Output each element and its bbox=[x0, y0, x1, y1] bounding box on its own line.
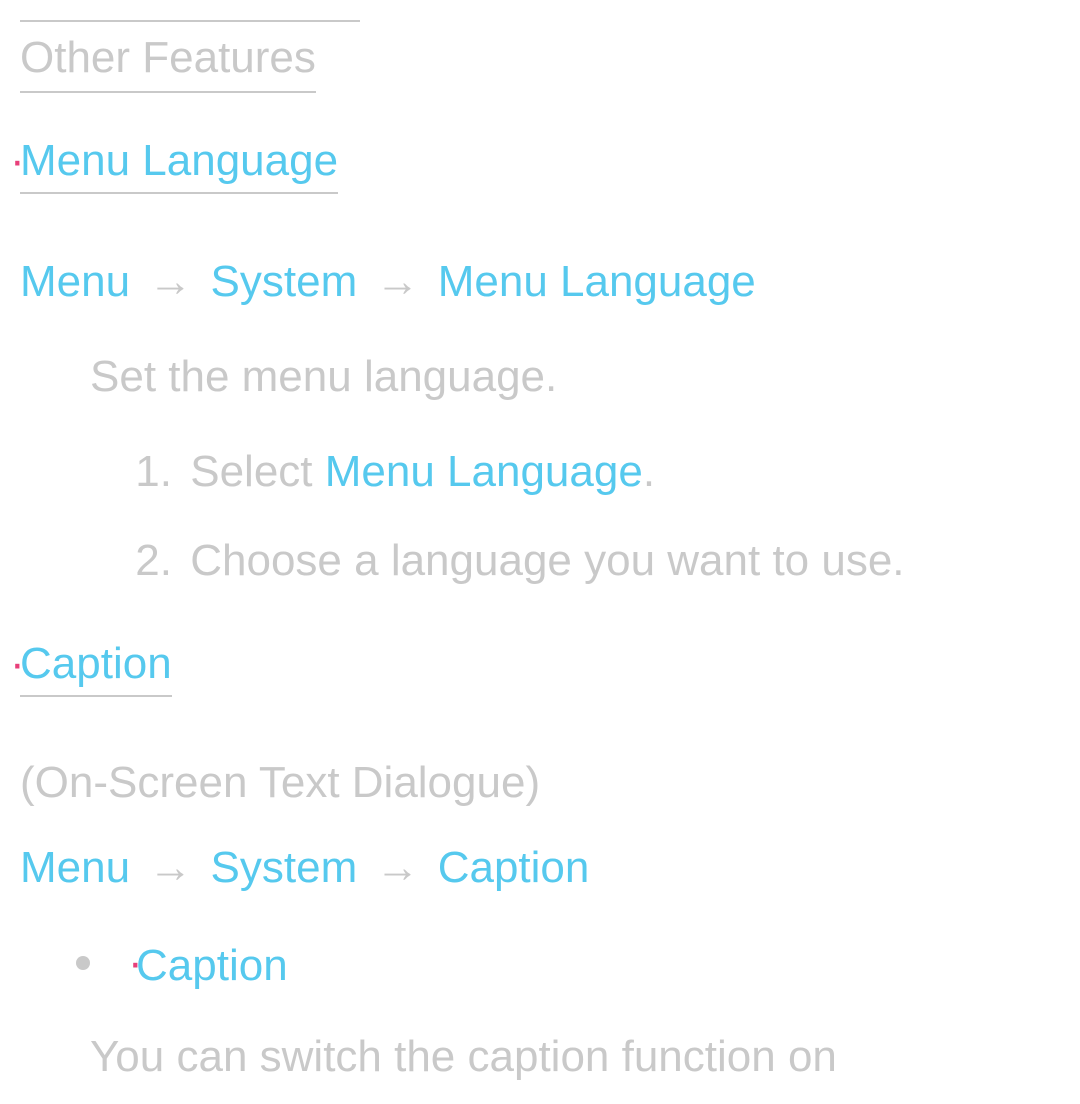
section-caption: ·Caption bbox=[20, 636, 1060, 727]
step-number: 2. bbox=[120, 533, 172, 588]
bullet-icon bbox=[76, 956, 90, 970]
path-segment-system: System bbox=[211, 843, 358, 892]
document-page: Other Features ·Menu Language Menu → Sys… bbox=[0, 0, 1080, 1084]
path-segment-menu: Menu bbox=[20, 843, 130, 892]
page-title-block: Other Features bbox=[20, 20, 1060, 93]
menu-path-caption: Menu → System → Caption bbox=[20, 840, 1060, 895]
section-menu-language: ·Menu Language bbox=[20, 133, 1060, 224]
arrow-icon: → bbox=[148, 843, 192, 892]
section-subtitle: (On-Screen Text Dialogue) bbox=[20, 755, 1060, 810]
step-number: 1. bbox=[120, 444, 172, 499]
section-heading-caption: Caption bbox=[20, 636, 172, 697]
body-text: You can switch the caption function on bbox=[90, 1029, 1060, 1084]
title-top-rule bbox=[20, 20, 360, 22]
bullet-label: Caption bbox=[136, 941, 288, 990]
path-segment-menu-language: Menu Language bbox=[438, 257, 756, 306]
path-segment-system: System bbox=[211, 257, 358, 306]
anchor-icon: · bbox=[128, 935, 136, 990]
step-text: Choose a language you want to use. bbox=[190, 536, 904, 585]
arrow-icon: → bbox=[148, 257, 192, 306]
anchor-icon: · bbox=[10, 636, 20, 691]
menu-path-menu-language: Menu → System → Menu Language bbox=[20, 254, 1060, 309]
step-text-post: . bbox=[643, 447, 655, 496]
list-item: 2. Choose a language you want to use. bbox=[120, 533, 1060, 588]
section-description: Set the menu language. bbox=[90, 349, 1060, 404]
bullet-item: ·Caption bbox=[76, 935, 1060, 993]
path-segment-caption: Caption bbox=[438, 843, 590, 892]
anchor-icon: · bbox=[10, 133, 20, 188]
list-item: 1. Select Menu Language. bbox=[120, 444, 1060, 499]
step-highlight: Menu Language bbox=[325, 447, 643, 496]
path-segment-menu: Menu bbox=[20, 257, 130, 306]
arrow-icon: → bbox=[375, 257, 419, 306]
arrow-icon: → bbox=[375, 843, 419, 892]
step-text-pre: Select bbox=[190, 447, 325, 496]
instruction-list: 1. Select Menu Language. 2. Choose a lan… bbox=[120, 444, 1060, 588]
page-title: Other Features bbox=[20, 30, 316, 93]
section-heading-menu-language: Menu Language bbox=[20, 133, 338, 194]
